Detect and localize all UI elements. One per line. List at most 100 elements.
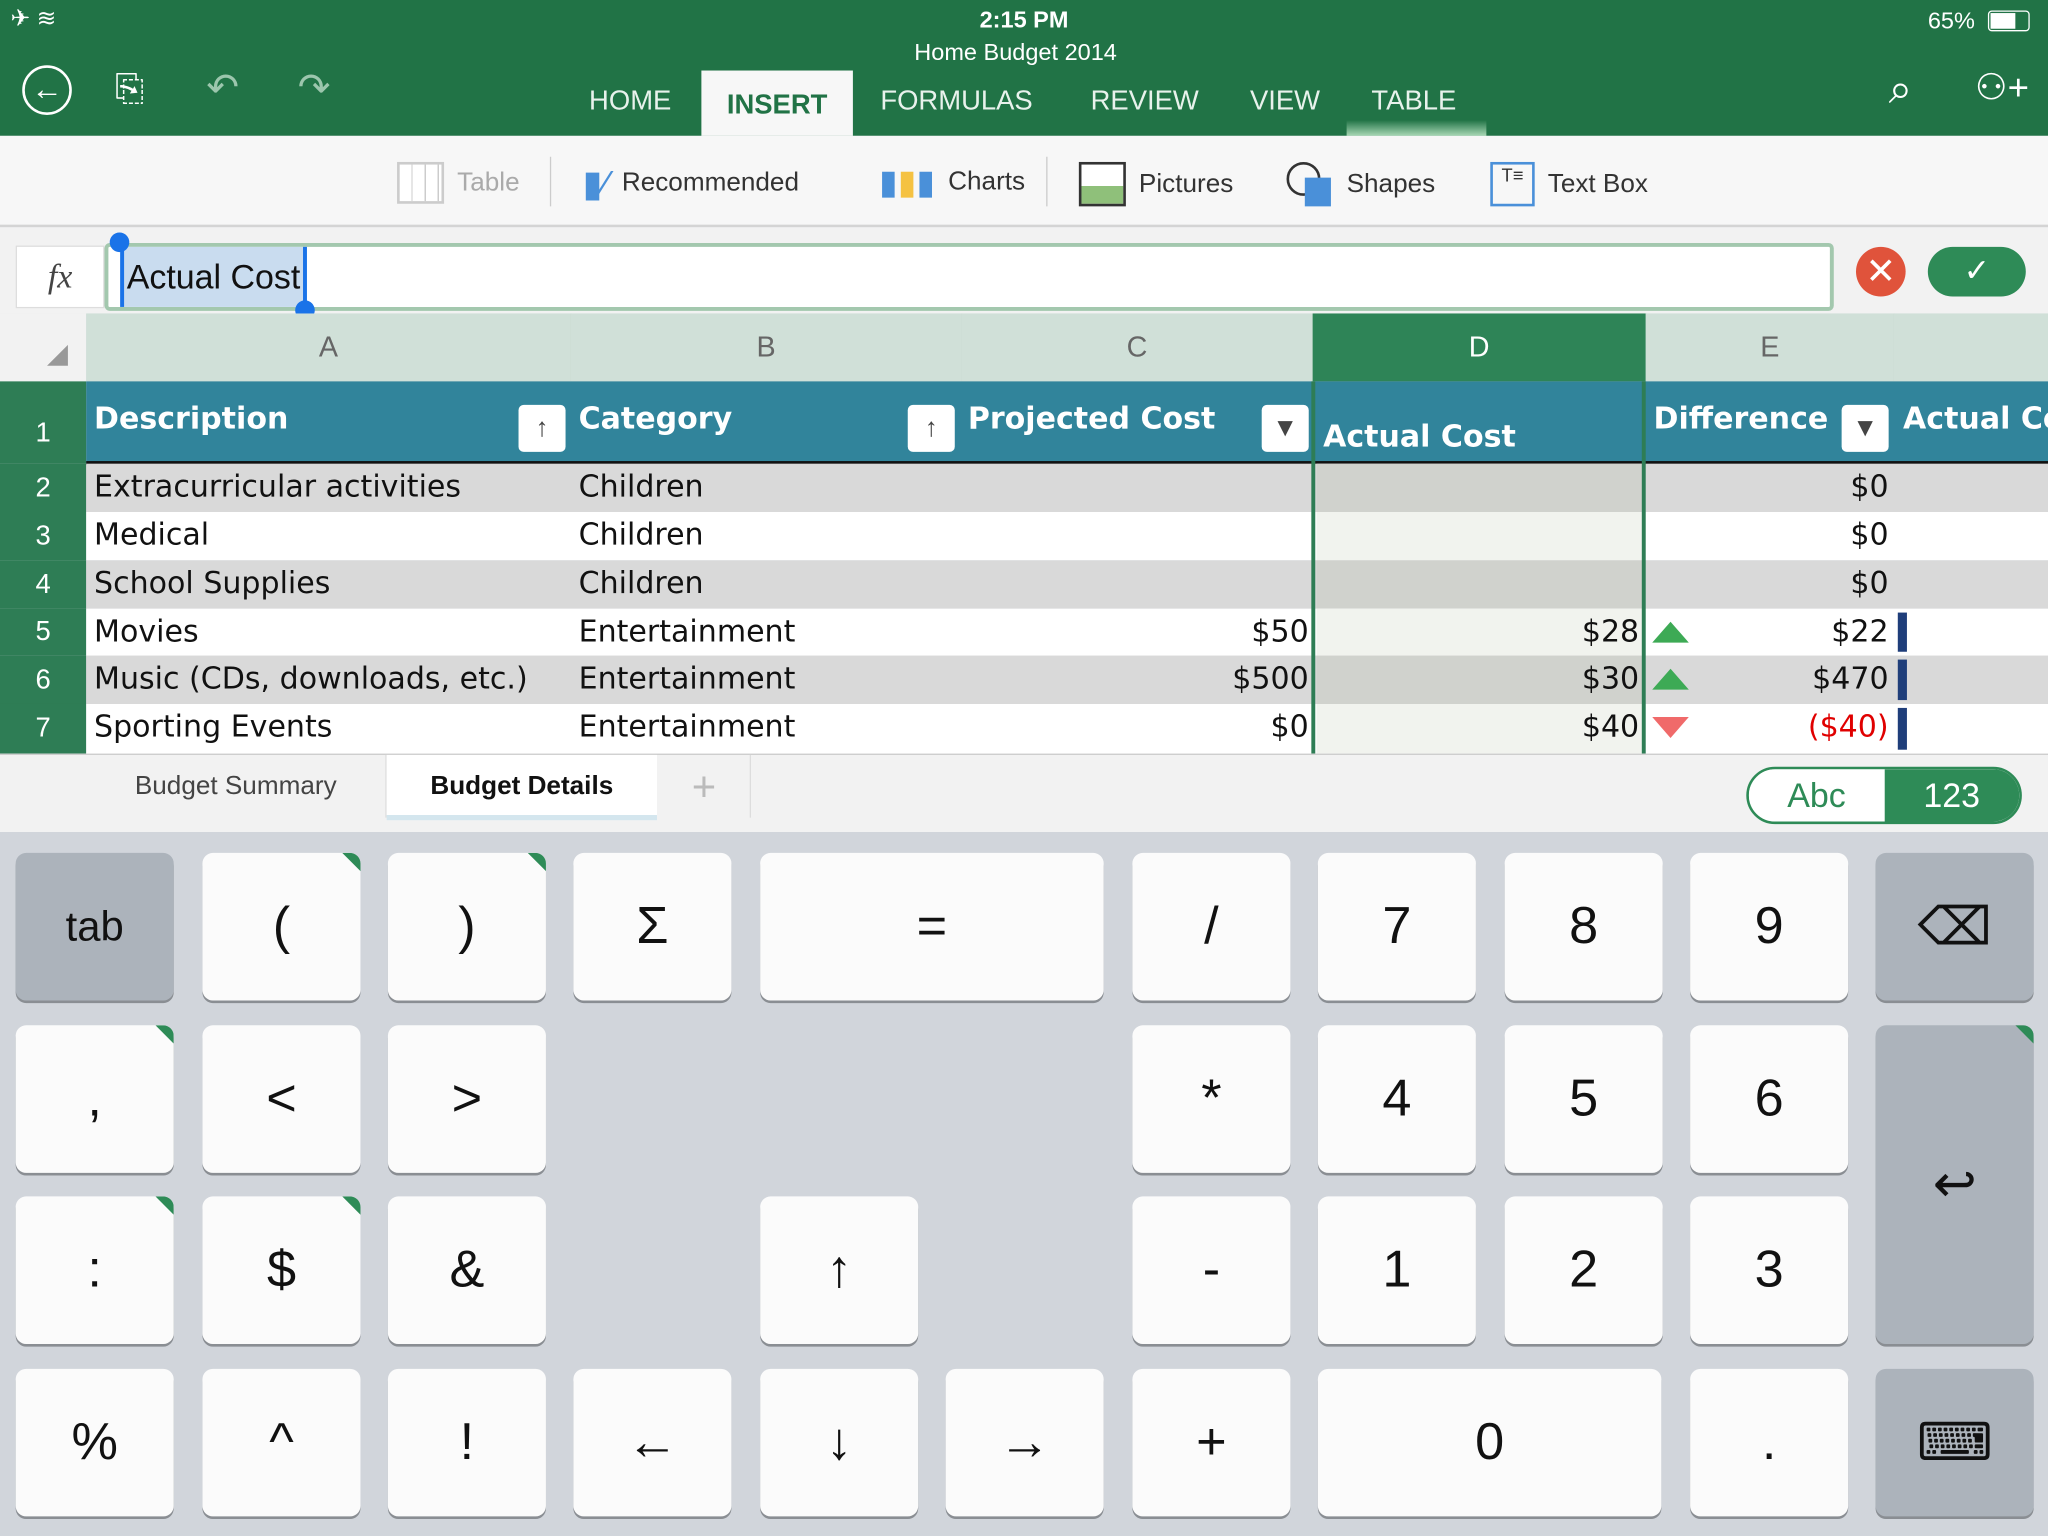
key-:[interactable]: : [15, 1196, 174, 1344]
key-<[interactable]: < [202, 1025, 361, 1173]
key-$[interactable]: $ [202, 1196, 361, 1344]
return-key[interactable]: ↩ [1875, 1025, 2034, 1344]
cell-category[interactable]: Children [579, 519, 704, 553]
key--[interactable]: - [1132, 1196, 1291, 1344]
cell-actual[interactable]: $28 [1582, 615, 1639, 649]
key-.[interactable]: . [1690, 1368, 1849, 1517]
key-↑[interactable]: ↑ [760, 1196, 919, 1344]
cell-description[interactable]: School Supplies [94, 567, 330, 601]
redo-icon[interactable]: ↷ [298, 65, 331, 111]
key-6[interactable]: 6 [1690, 1025, 1849, 1173]
key-9[interactable]: 9 [1690, 852, 1849, 1001]
row-number[interactable]: 1 [0, 381, 87, 464]
key-4[interactable]: 4 [1317, 1025, 1476, 1173]
backspace-key[interactable]: ⌫ [1875, 852, 2034, 1001]
cell-category[interactable]: Children [579, 567, 704, 601]
cell-difference[interactable]: $470 [1812, 662, 1888, 696]
table-row[interactable] [86, 560, 2048, 609]
header-description[interactable]: Description [94, 402, 288, 436]
table-row[interactable] [86, 703, 2048, 754]
cell-actual[interactable]: $40 [1582, 711, 1639, 745]
tab-key[interactable]: tab [15, 852, 174, 1001]
text-box-button[interactable]: T≡ Text Box [1490, 161, 1648, 207]
selected-cell[interactable] [1316, 463, 1642, 512]
column-header-e[interactable]: E [1645, 313, 1896, 382]
key-↓[interactable]: ↓ [760, 1368, 919, 1517]
select-all-corner[interactable] [0, 313, 87, 382]
key->[interactable]: > [387, 1025, 546, 1173]
key-&[interactable]: & [387, 1196, 546, 1344]
numeric-mode[interactable]: 123 [1884, 769, 2020, 822]
cell-description[interactable]: Sporting Events [94, 711, 332, 745]
cell-difference[interactable]: $0 [1850, 519, 1888, 553]
key-^[interactable]: ^ [202, 1368, 361, 1517]
cell-description[interactable]: Music (CDs, downloads, etc.) [94, 662, 528, 696]
cell-difference[interactable]: $22 [1831, 615, 1888, 649]
cell-category[interactable]: Entertainment [579, 711, 796, 745]
column-header-c[interactable]: C [961, 313, 1314, 382]
cell-description[interactable]: Extracurricular activities [94, 470, 461, 504]
cell-category[interactable]: Children [579, 470, 704, 504]
column-header-b[interactable]: B [570, 313, 963, 382]
key-3[interactable]: 3 [1690, 1196, 1849, 1344]
key-/[interactable]: / [1132, 852, 1291, 1001]
filter-dropdown-icon[interactable]: ▼ [1261, 404, 1309, 452]
cell-description[interactable]: Medical [94, 519, 209, 553]
share-person-icon[interactable]: ⚇+ [1975, 65, 2029, 108]
table-row[interactable] [86, 511, 2048, 561]
header-projected-cost[interactable]: Projected Cost [968, 402, 1216, 436]
selected-cell[interactable] [1316, 511, 1642, 561]
key-*[interactable]: * [1132, 1025, 1291, 1173]
sheet-tab-budget-details[interactable]: Budget Details [386, 754, 657, 821]
row-number[interactable]: 6 [0, 655, 87, 704]
key-2[interactable]: 2 [1504, 1196, 1663, 1344]
sort-ascending-icon[interactable]: ↑ [907, 404, 955, 452]
selection-handle-start[interactable] [109, 232, 130, 253]
key-5[interactable]: 5 [1504, 1025, 1663, 1173]
recommended-charts-button[interactable]: ▮⁄ Recommended [583, 162, 799, 205]
row-number[interactable]: 4 [0, 560, 87, 609]
tab-review[interactable]: REVIEW [1091, 86, 1199, 117]
cancel-button[interactable]: ✕ [1855, 246, 1906, 297]
row-number[interactable]: 7 [0, 703, 87, 754]
key-)[interactable]: ) [387, 852, 546, 1001]
formula-input[interactable]: Actual Cost [104, 242, 1834, 311]
tab-home[interactable]: HOME [589, 86, 671, 117]
key-Σ[interactable]: Σ [573, 852, 732, 1001]
cell-projected[interactable]: $0 [1270, 711, 1308, 745]
key-+[interactable]: + [1132, 1368, 1291, 1517]
spreadsheet-grid[interactable]: 1 2 3 4 5 6 7 Description Category Projected Cost… [0, 381, 2048, 754]
tab-insert[interactable]: INSERT [701, 70, 853, 136]
insert-table-button[interactable]: Table [397, 161, 520, 204]
header-category[interactable]: Category [579, 402, 733, 436]
keyboard-mode-toggle[interactable]: Abc 123 [1746, 766, 2022, 825]
header-difference[interactable]: Difference [1654, 402, 1829, 436]
charts-button[interactable]: ▮▮▮ Charts [879, 162, 1025, 202]
row-number[interactable]: 2 [0, 463, 87, 512]
key-→[interactable]: → [945, 1368, 1104, 1517]
cell-projected[interactable]: $50 [1251, 615, 1308, 649]
cell-description[interactable]: Movies [94, 615, 199, 649]
cell-actual[interactable]: $30 [1582, 662, 1639, 696]
function-button[interactable]: fx [15, 245, 105, 309]
key-,[interactable]: , [15, 1025, 174, 1173]
tab-view[interactable]: VIEW [1250, 86, 1320, 117]
filter-dropdown-icon[interactable]: ▼ [1841, 404, 1889, 452]
row-number[interactable]: 5 [0, 608, 87, 656]
header-actual-cost-2[interactable]: Actual Cos [1903, 402, 2048, 436]
tab-table[interactable]: TABLE [1371, 86, 1456, 117]
selected-cell[interactable] [1316, 560, 1642, 609]
search-icon[interactable]: ⌕ [1889, 65, 1912, 115]
undo-icon[interactable]: ↶ [206, 65, 239, 111]
cell-difference[interactable]: ($40) [1808, 711, 1889, 745]
column-header-a[interactable]: A [86, 313, 573, 382]
key-0[interactable]: 0 [1317, 1368, 1662, 1517]
pictures-button[interactable]: Pictures [1078, 161, 1233, 207]
cell-category[interactable]: Entertainment [579, 615, 796, 649]
back-icon[interactable]: ← [22, 65, 72, 115]
key-%[interactable]: % [15, 1368, 174, 1517]
key-([interactable]: ( [202, 852, 361, 1001]
sheet-tab-budget-summary[interactable]: Budget Summary [86, 754, 387, 818]
file-icon[interactable]: ⎘ [115, 68, 144, 111]
key-![interactable]: ! [387, 1368, 546, 1517]
